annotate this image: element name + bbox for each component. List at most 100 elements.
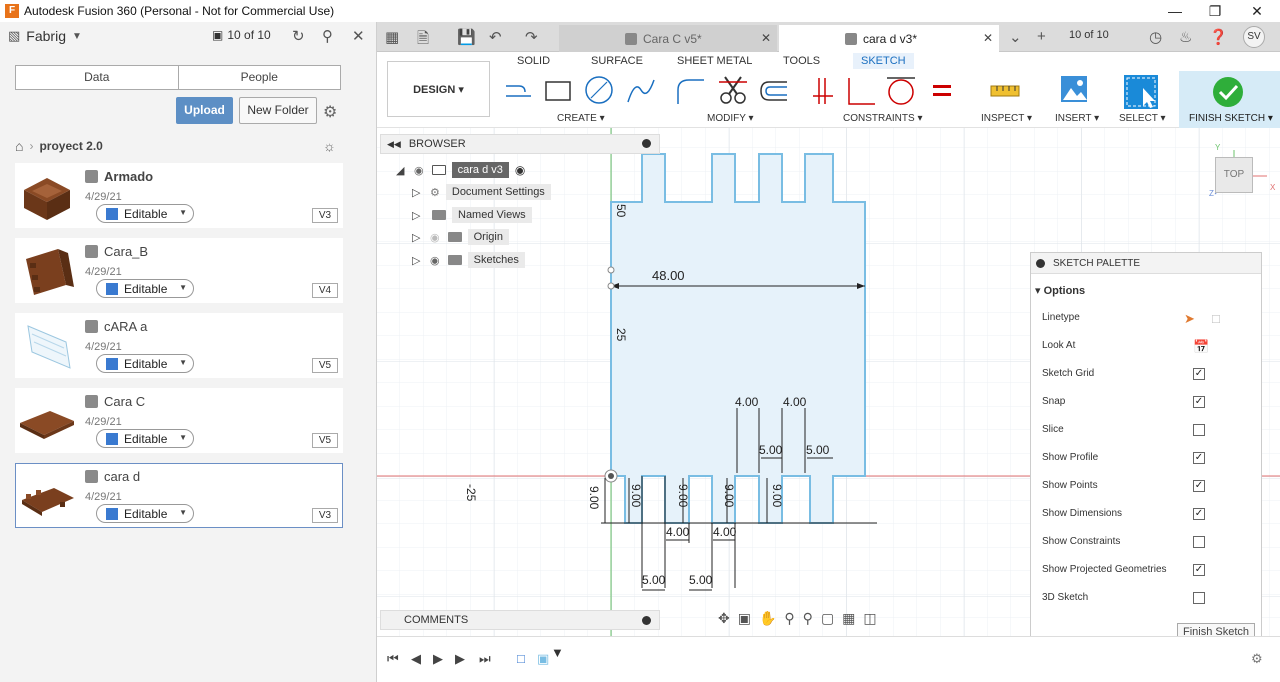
expand-triangle-icon[interactable]: ▷ (412, 231, 424, 244)
eye-hidden-icon[interactable]: ◉ (430, 231, 440, 244)
close-window-button[interactable]: ✕ (1236, 0, 1278, 22)
close-panel-icon[interactable]: ✕ (352, 27, 365, 45)
list-item[interactable]: cara d 4/29/21 Editable ▼ V3 (15, 463, 343, 528)
tab-people[interactable]: People (179, 66, 341, 89)
grid-settings-icon[interactable]: ▦ (842, 610, 855, 627)
job-status-count[interactable]: 10 of 10 (1069, 29, 1109, 41)
expand-triangle-icon[interactable]: ▷ (412, 254, 424, 267)
equal-constraint-icon[interactable] (931, 82, 953, 100)
project-name[interactable]: proyect 2.0 (39, 139, 102, 153)
activate-radio-icon[interactable]: ◉ (515, 163, 525, 177)
close-icon[interactable]: ✕ (983, 31, 993, 45)
dim-4b[interactable]: 4.00 (783, 395, 807, 409)
fit-zoom-icon[interactable]: ⚲ (803, 610, 813, 627)
expand-triangle-icon[interactable]: ◢ (396, 164, 408, 177)
list-item[interactable]: Cara_B 4/29/21 Editable ▼ V4 (15, 238, 343, 303)
insert-image-icon[interactable] (1059, 74, 1089, 106)
pan-hand-icon[interactable]: ✋ (759, 610, 776, 627)
job-status-count[interactable]: ▣ 10 of 10 (212, 28, 271, 42)
minimize-button[interactable]: — (1154, 0, 1196, 22)
version-badge[interactable]: V3 (312, 208, 338, 223)
redo-icon[interactable]: ↷ (525, 28, 538, 46)
home-icon[interactable]: ⌂ (15, 138, 23, 154)
save-icon[interactable]: 💾 (457, 28, 476, 46)
gear-icon[interactable]: ⚙ (323, 102, 337, 122)
centerline-icon[interactable]: □ (1212, 311, 1220, 326)
new-tab-icon[interactable]: + (1037, 28, 1046, 45)
version-badge[interactable]: V5 (312, 358, 338, 373)
tab-cara-d[interactable]: cara d v3* ✕ (779, 25, 999, 52)
tab-surface[interactable]: SURFACE (591, 55, 643, 67)
viewports-icon[interactable]: ◫ (863, 610, 876, 627)
search-icon[interactable]: ⚲ (322, 27, 333, 45)
new-folder-button[interactable]: New Folder (239, 97, 317, 124)
timeline-marker-icon[interactable]: ▼ (551, 645, 564, 660)
version-badge[interactable]: V3 (312, 508, 338, 523)
3d-sketch-checkbox[interactable] (1193, 592, 1205, 604)
construction-line-icon[interactable]: ➤ (1184, 311, 1195, 327)
workspace-dropdown[interactable]: DESIGN ▾ (387, 61, 490, 117)
tab-solid[interactable]: SOLID (517, 55, 550, 67)
list-item[interactable]: cARA a 4/29/21 Editable ▼ V5 (15, 313, 343, 378)
show-profile-checkbox[interactable]: ✓ (1193, 452, 1205, 464)
dim-5b[interactable]: 5.00 (806, 443, 830, 457)
expand-triangle-icon[interactable]: ▷ (412, 186, 424, 199)
version-badge[interactable]: V5 (312, 433, 338, 448)
select-icon[interactable] (1123, 74, 1159, 110)
show-constraints-checkbox[interactable] (1193, 536, 1205, 548)
file-icon[interactable]: 🗎 (417, 28, 429, 53)
editable-dropdown[interactable]: Editable ▼ (96, 429, 194, 448)
dim-left-50[interactable]: 50 (614, 204, 628, 218)
snap-checkbox[interactable]: ✓ (1193, 396, 1205, 408)
display-settings-icon[interactable]: ▢ (821, 610, 834, 627)
timeline-forward-icon[interactable]: ▶ (455, 651, 465, 667)
circle-tool-icon[interactable] (583, 74, 615, 106)
dim-9b[interactable]: 9.00 (629, 484, 643, 508)
show-projected-geometries-checkbox[interactable]: ✓ (1193, 564, 1205, 576)
group-create[interactable]: CREATE ▾ (557, 113, 605, 124)
browser-root-node[interactable]: ◢ ◉ cara d v3 ◉ (396, 162, 525, 178)
browser-node-named-views[interactable]: ▷ Named Views (412, 207, 532, 223)
timeline-extrude-feature-icon[interactable]: ▣ (537, 651, 549, 667)
tab-sketch[interactable]: SKETCH (853, 53, 914, 69)
dim-9e[interactable]: 9.00 (770, 484, 784, 508)
chevron-down-icon[interactable]: ▼ (72, 31, 82, 42)
hub-name[interactable]: Fabrig (26, 28, 66, 44)
editable-dropdown[interactable]: Editable ▼ (96, 204, 194, 223)
spline-tool-icon[interactable] (625, 76, 657, 106)
avatar[interactable]: SV (1243, 26, 1265, 48)
tab-sheet-metal[interactable]: SHEET METAL (677, 55, 752, 67)
timeline-play-icon[interactable]: ▶ (433, 651, 443, 667)
close-icon[interactable]: ✕ (761, 31, 771, 45)
offset-tool-icon[interactable] (757, 78, 791, 104)
group-select[interactable]: SELECT ▾ (1119, 113, 1166, 124)
editable-dropdown[interactable]: Editable ▼ (96, 504, 194, 523)
browser-node-origin[interactable]: ▷ ◉ Origin (412, 229, 509, 245)
dim-4c[interactable]: 4.00 (666, 525, 690, 539)
upload-button[interactable]: Upload (176, 97, 233, 124)
dim-4a[interactable]: 4.00 (735, 395, 759, 409)
bell-icon[interactable]: ♨ (1179, 28, 1192, 46)
show-dimensions-checkbox[interactable]: ✓ (1193, 508, 1205, 520)
refresh-icon[interactable]: ↻ (292, 27, 305, 45)
editable-dropdown[interactable]: Editable ▼ (96, 279, 194, 298)
group-insert[interactable]: INSERT ▾ (1055, 113, 1099, 124)
timeline-start-icon[interactable]: ⏮ (387, 651, 399, 667)
trim-scissors-icon[interactable] (717, 74, 749, 106)
restore-button[interactable]: ❐ (1194, 0, 1236, 22)
timeline-back-icon[interactable]: ◀ (411, 651, 421, 667)
undo-icon[interactable]: ↶ (489, 28, 502, 46)
look-at-icon[interactable]: ▣ (738, 610, 751, 627)
browser-node-sketches[interactable]: ▷ ◉ Sketches (412, 252, 525, 268)
show-points-checkbox[interactable]: ✓ (1193, 480, 1205, 492)
expand-triangle-icon[interactable]: ▷ (412, 209, 424, 222)
eye-icon[interactable]: ◉ (414, 164, 424, 177)
tab-list-chevron-icon[interactable]: ⌄ (1009, 28, 1022, 46)
timeline-sketch-feature-icon[interactable]: □ (517, 651, 525, 666)
clock-icon[interactable]: ◷ (1149, 28, 1162, 46)
eye-icon[interactable]: ◉ (430, 254, 440, 267)
coincident-constraint-icon[interactable] (811, 76, 835, 106)
look-at-icon[interactable]: 📅 (1193, 339, 1209, 355)
dim-left-25[interactable]: 25 (614, 328, 628, 342)
dim-width[interactable]: 48.00 (652, 268, 685, 283)
